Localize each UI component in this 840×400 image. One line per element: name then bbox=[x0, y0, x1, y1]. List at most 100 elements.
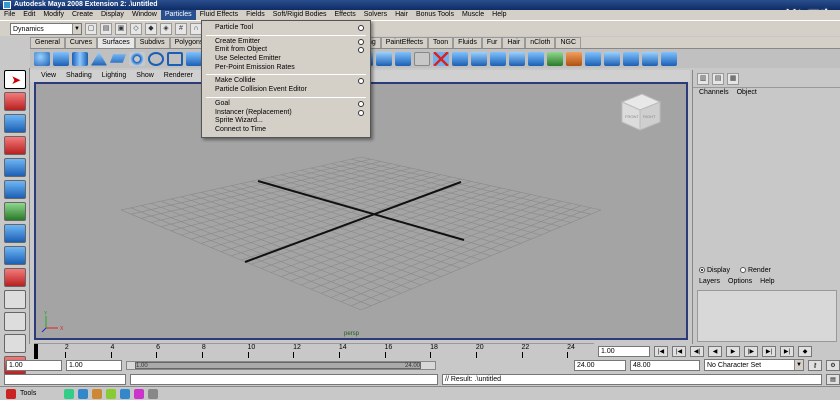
untrim-icon[interactable] bbox=[414, 51, 430, 66]
attribute-toggle-icon[interactable]: ▦ bbox=[727, 72, 739, 85]
go-to-end-icon[interactable]: ▶| bbox=[780, 345, 794, 357]
character-set-dropdown[interactable]: No Character Set ▼ bbox=[704, 359, 804, 371]
time-slider[interactable]: 2 4 6 8 10 12 14 16 18 20 22 24 bbox=[34, 343, 594, 359]
menu-file[interactable]: File bbox=[0, 10, 19, 20]
nurbs-cube-icon[interactable] bbox=[53, 51, 69, 66]
view-cube[interactable]: FRONT RIGHT bbox=[620, 93, 662, 131]
new-scene-icon[interactable]: ▢ bbox=[85, 22, 97, 35]
universal-manipulator-icon[interactable] bbox=[4, 202, 26, 221]
tab-fluids[interactable]: Fluids bbox=[453, 37, 482, 48]
snap-grid-icon[interactable]: # bbox=[175, 22, 187, 35]
nurbs-cylinder-icon[interactable] bbox=[72, 51, 88, 66]
menu-modify[interactable]: Modify bbox=[39, 10, 68, 20]
option-box-icon[interactable] bbox=[358, 78, 364, 85]
soft-mod-tool-icon[interactable] bbox=[4, 224, 26, 243]
offset-surface-icon[interactable] bbox=[566, 51, 582, 66]
extend-surface-icon[interactable] bbox=[547, 51, 563, 66]
attach-surface-icon[interactable] bbox=[452, 51, 468, 66]
task-icon-3[interactable] bbox=[92, 388, 102, 399]
open-close-icon[interactable] bbox=[509, 51, 525, 66]
tab-general[interactable]: General bbox=[30, 37, 65, 48]
detach-surface-icon[interactable] bbox=[471, 51, 487, 66]
rotate-tool-icon[interactable] bbox=[4, 158, 26, 177]
select-object-icon[interactable]: ◆ bbox=[145, 22, 157, 35]
tab-curves[interactable]: Curves bbox=[64, 37, 98, 48]
task-icon-7[interactable] bbox=[148, 388, 158, 399]
insert-isoparm-icon[interactable] bbox=[528, 51, 544, 66]
end-field[interactable]: 24.00 bbox=[574, 359, 626, 371]
radio-render[interactable]: Render bbox=[739, 266, 771, 276]
menu-window[interactable]: Window bbox=[128, 10, 161, 20]
paint-select-tool-icon[interactable] bbox=[4, 114, 26, 133]
select-tool-icon[interactable]: ➤ bbox=[4, 70, 26, 89]
tab-painteffects[interactable]: PaintEffects bbox=[380, 37, 428, 48]
tab-ncloth[interactable]: nCloth bbox=[525, 37, 556, 48]
menu-item-particle-tool[interactable]: Particle Tool bbox=[202, 24, 370, 33]
step-forward-key-icon[interactable]: ▶| bbox=[762, 345, 776, 357]
persp-outliner-layout-icon[interactable] bbox=[4, 334, 26, 353]
nurbs-circle-icon[interactable] bbox=[148, 51, 164, 66]
lasso-tool-icon[interactable] bbox=[4, 92, 26, 111]
menu-particles[interactable]: Particles bbox=[160, 10, 196, 20]
menu-help[interactable]: Help bbox=[488, 10, 510, 20]
menu-solvers[interactable]: Solvers bbox=[360, 10, 391, 20]
range-slider-thumb[interactable]: 1.00 24.00 bbox=[135, 361, 421, 369]
show-manipulator-icon[interactable] bbox=[4, 246, 26, 265]
option-box-icon[interactable] bbox=[358, 47, 364, 54]
script-editor-icon[interactable]: ▤ bbox=[826, 373, 840, 385]
round-tool-icon[interactable] bbox=[604, 51, 620, 66]
four-view-layout-icon[interactable] bbox=[4, 312, 26, 331]
single-perspective-layout-icon[interactable] bbox=[4, 290, 26, 309]
rebuild-surface-icon[interactable] bbox=[585, 51, 601, 66]
surface-fillet-icon[interactable] bbox=[623, 51, 639, 66]
step-back-frame-icon[interactable]: ◀| bbox=[690, 345, 704, 357]
sculpt-icon[interactable] bbox=[661, 51, 677, 66]
menu-item-particle-collision-event-editor[interactable]: Particle Collision Event Editor bbox=[202, 86, 370, 95]
menu-muscle[interactable]: Muscle bbox=[458, 10, 488, 20]
play-backwards-icon[interactable]: ◀ bbox=[708, 345, 722, 357]
move-tool-icon[interactable] bbox=[4, 136, 26, 155]
start-field[interactable]: 1.00 bbox=[66, 359, 122, 371]
layer-menu-layers[interactable]: Layers bbox=[699, 277, 720, 287]
menu-item-use-selected-emitter[interactable]: Use Selected Emitter bbox=[202, 55, 370, 64]
menu-fields[interactable]: Fields bbox=[242, 10, 269, 20]
option-box-icon[interactable] bbox=[358, 38, 364, 45]
task-icon-5[interactable] bbox=[120, 388, 130, 399]
menu-item-sprite-wizard[interactable]: Sprite Wizard... bbox=[202, 117, 370, 126]
auto-key-icon[interactable]: ⚷ bbox=[808, 359, 822, 371]
menu-item-goal[interactable]: Goal bbox=[202, 100, 370, 109]
mel-command-input[interactable] bbox=[4, 373, 126, 385]
nurbs-cone-icon[interactable] bbox=[91, 51, 107, 66]
play-forwards-icon[interactable]: ▶ bbox=[726, 345, 740, 357]
panel-menu-show[interactable]: Show bbox=[131, 70, 159, 82]
panel-menu-renderer[interactable]: Renderer bbox=[159, 70, 198, 82]
nurbs-square-icon[interactable] bbox=[167, 51, 183, 66]
menu-soft-rigid-bodies[interactable]: Soft/Rigid Bodies bbox=[269, 10, 331, 20]
radio-button-icon[interactable] bbox=[699, 267, 705, 273]
select-hierarchy-icon[interactable]: ◇ bbox=[130, 22, 142, 35]
menu-bonus-tools[interactable]: Bonus Tools bbox=[412, 10, 458, 20]
stitch-icon[interactable] bbox=[642, 51, 658, 66]
menuset-dropdown[interactable]: Dynamics ▼ bbox=[10, 22, 82, 35]
tab-hair[interactable]: Hair bbox=[502, 37, 526, 48]
tab-fur[interactable]: Fur bbox=[481, 37, 503, 48]
menu-create[interactable]: Create bbox=[68, 10, 97, 20]
radio-button-icon[interactable] bbox=[739, 267, 746, 273]
nurbs-torus-icon[interactable] bbox=[129, 51, 145, 66]
task-icon-4[interactable] bbox=[106, 388, 116, 399]
menu-item-connect-to-time[interactable]: Connect to Time bbox=[202, 126, 370, 135]
menu-effects[interactable]: Effects bbox=[330, 10, 359, 20]
layer-menu-help[interactable]: Help bbox=[760, 277, 774, 287]
channel-box-menu-channels[interactable]: Channels bbox=[699, 88, 729, 98]
keyframe-options-icon[interactable]: ◆ bbox=[798, 345, 812, 357]
tab-toon[interactable]: Toon bbox=[427, 37, 454, 48]
menu-item-make-collide[interactable]: Make Collide bbox=[202, 77, 370, 86]
current-time-field[interactable]: 1.00 bbox=[598, 345, 650, 357]
revolve-icon[interactable] bbox=[186, 51, 202, 66]
task-icon-1[interactable] bbox=[64, 388, 74, 399]
animation-preferences-icon[interactable]: ⚙ bbox=[826, 359, 840, 371]
intersect-icon[interactable] bbox=[376, 51, 392, 66]
radio-display[interactable]: Display bbox=[699, 266, 730, 276]
channel-box-menu-object[interactable]: Object bbox=[737, 88, 757, 98]
step-forward-frame-icon[interactable]: |▶ bbox=[744, 345, 758, 357]
